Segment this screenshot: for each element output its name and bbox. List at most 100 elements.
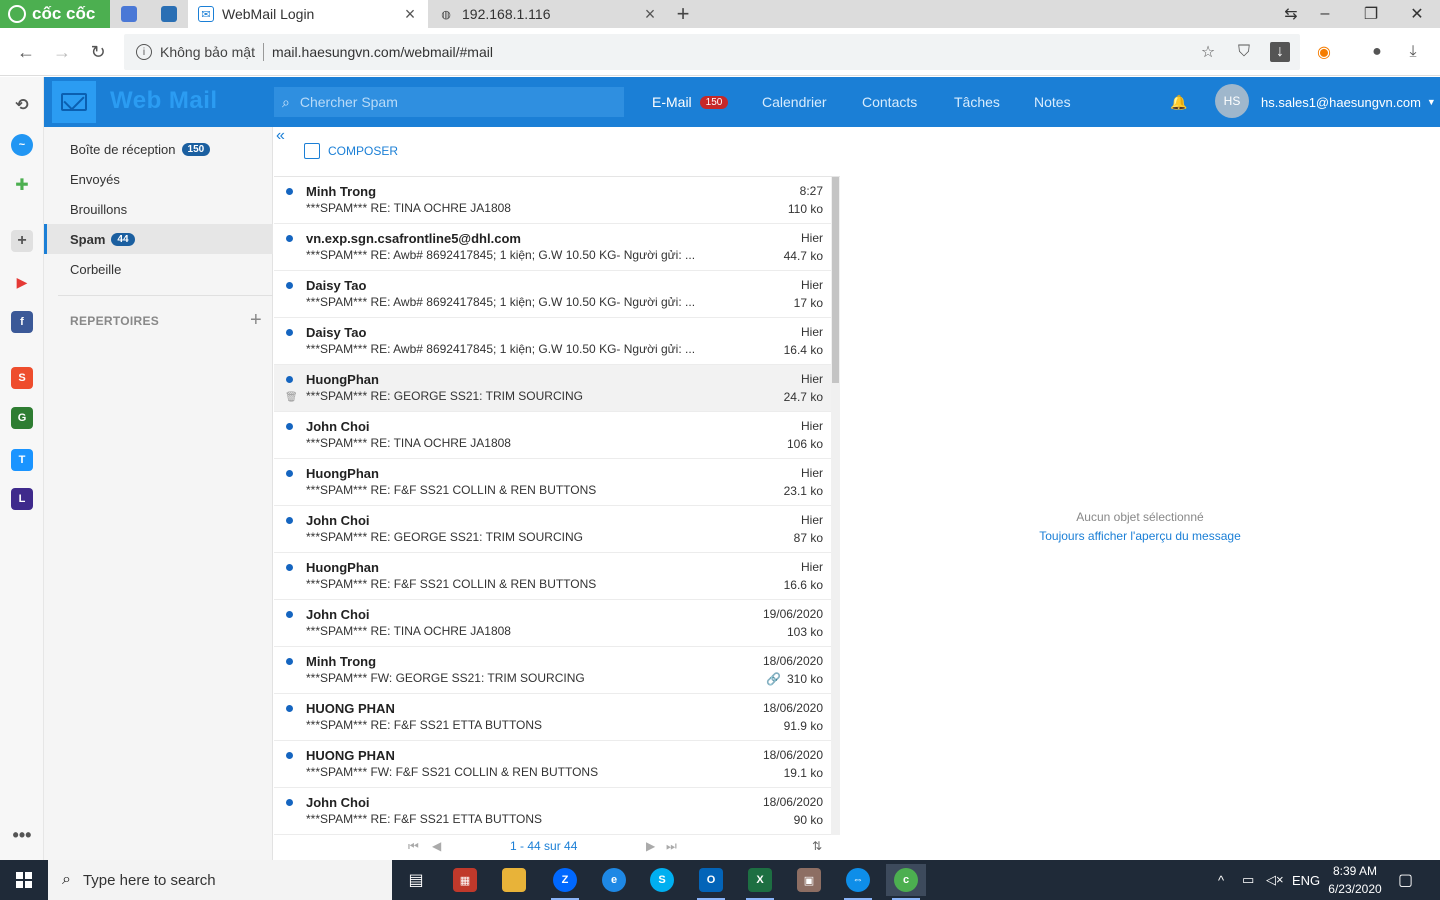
unread-dot-icon[interactable] xyxy=(286,282,293,289)
message-row[interactable]: Daisy Tao ***SPAM*** RE: Awb# 8692417845;… xyxy=(274,318,831,365)
omnibox[interactable]: i Không bảo mật mail.haesungvn.com/webma… xyxy=(124,34,1300,70)
minimize-button[interactable]: – xyxy=(1302,0,1348,28)
maximize-button[interactable]: ❐ xyxy=(1348,0,1394,28)
message-row[interactable]: John Choi ***SPAM*** RE: F&F SS21 ETTA BU… xyxy=(274,788,831,835)
bell-icon[interactable]: 🔔 xyxy=(1170,94,1187,111)
task-view-icon[interactable]: ▤ xyxy=(396,864,436,896)
trash-icon[interactable]: 🗑 xyxy=(285,392,298,403)
message-row[interactable]: John Choi ***SPAM*** RE: GEORGE SS21: TRI… xyxy=(274,506,831,553)
notifications-icon[interactable]: ▢ xyxy=(1398,860,1413,900)
messenger-icon[interactable]: ~ xyxy=(11,134,33,156)
message-row[interactable]: HUONG PHAN ***SPAM*** RE: F&F SS21 ETTA B… xyxy=(274,694,831,741)
nav-tasks[interactable]: Tâches xyxy=(954,77,1000,127)
prev-page-icon[interactable]: ◀ xyxy=(432,839,441,853)
nav-calendar[interactable]: Calendrier xyxy=(762,77,827,127)
taskbar-search-input[interactable] xyxy=(82,871,363,889)
sort-icon[interactable]: ⇅ xyxy=(812,839,822,853)
nav-email[interactable]: E-Mail 150 xyxy=(652,77,729,127)
unread-dot-icon[interactable] xyxy=(286,705,293,712)
more-icon[interactable]: ••• xyxy=(11,824,33,846)
message-row[interactable]: John Choi ***SPAM*** RE: TINA OCHRE JA180… xyxy=(274,600,831,647)
folder-drafts[interactable]: Brouillons xyxy=(44,194,273,224)
taskbar-clock[interactable]: 8:39 AM 6/23/2020 xyxy=(1320,862,1390,898)
volume-muted-icon[interactable]: ◁× xyxy=(1266,860,1284,900)
last-page-icon[interactable]: ⏭ xyxy=(666,839,677,854)
nav-notes[interactable]: Notes xyxy=(1034,77,1071,127)
close-window-button[interactable]: ✕ xyxy=(1394,0,1440,28)
profile-icon[interactable]: ● xyxy=(1367,42,1387,62)
shopee-icon[interactable]: S xyxy=(11,367,33,389)
language-indicator[interactable]: ENG xyxy=(1292,860,1320,900)
skype-icon[interactable]: S xyxy=(642,864,682,896)
network-icon[interactable]: ▭ xyxy=(1242,860,1254,900)
app-snip-icon[interactable]: ▦ xyxy=(445,864,485,896)
tab-webmail-login[interactable]: ✉ WebMail Login × xyxy=(188,0,428,28)
coccoc-extension-icon[interactable]: ◉ xyxy=(1314,42,1334,62)
unread-dot-icon[interactable] xyxy=(286,188,293,195)
unread-dot-icon[interactable] xyxy=(286,470,293,477)
unread-dot-icon[interactable] xyxy=(286,517,293,524)
history-icon[interactable]: ⟲ xyxy=(11,94,33,116)
collapse-sidebar-icon[interactable]: « xyxy=(276,127,285,145)
search-input[interactable] xyxy=(299,94,600,110)
zalo-icon[interactable]: Z xyxy=(545,864,585,900)
nav-contacts[interactable]: Contacts xyxy=(862,77,917,127)
tray-chevron-icon[interactable]: ^ xyxy=(1218,860,1224,900)
coccoc-taskbar-icon[interactable]: c xyxy=(886,864,926,900)
add-icon[interactable]: + xyxy=(11,230,33,252)
tab-ip-address[interactable]: ◍ 192.168.1.116 × xyxy=(428,0,668,28)
taskbar-search[interactable]: ⌕ xyxy=(48,860,392,900)
close-tab-icon[interactable]: × xyxy=(402,4,418,25)
unread-dot-icon[interactable] xyxy=(286,376,293,383)
unread-dot-icon[interactable] xyxy=(286,329,293,336)
pinned-tab-translate[interactable] xyxy=(110,0,148,28)
message-row[interactable]: Daisy Tao ***SPAM*** RE: Awb# 8692417845;… xyxy=(274,271,831,318)
unread-dot-icon[interactable] xyxy=(286,752,293,759)
avatar[interactable]: HS xyxy=(1215,84,1249,118)
unread-dot-icon[interactable] xyxy=(286,799,293,806)
folder-spam[interactable]: Spam 44 xyxy=(44,224,273,254)
new-tab-button[interactable]: + xyxy=(672,0,694,28)
message-row[interactable]: Minh Trong ***SPAM*** FW: GEORGE SS21: TR… xyxy=(274,647,831,694)
paint-icon[interactable]: ▣ xyxy=(789,864,829,896)
message-row[interactable]: HUONG PHAN ***SPAM*** FW: F&F SS21 COLLIN… xyxy=(274,741,831,788)
back-button[interactable]: ← xyxy=(14,40,38,64)
teamviewer-icon[interactable]: ⇔ xyxy=(838,864,878,900)
list-scrollbar[interactable] xyxy=(831,177,840,835)
always-preview-link[interactable]: Toujours afficher l'aperçu du message xyxy=(840,529,1440,543)
file-explorer-icon[interactable] xyxy=(494,864,534,896)
tiki-icon[interactable]: T xyxy=(11,449,33,471)
url-text[interactable]: mail.haesungvn.com/webmail/#mail xyxy=(272,44,493,60)
add-folder-icon[interactable]: + xyxy=(250,309,262,332)
game-app-icon[interactable]: G xyxy=(11,407,33,429)
browser-brand[interactable]: cốc cốc xyxy=(0,0,110,28)
first-page-icon[interactable]: ⏮ xyxy=(408,839,419,854)
compose-button[interactable]: COMPOSER xyxy=(304,143,398,159)
edge-icon[interactable]: e xyxy=(594,864,634,896)
search-box[interactable]: ⌕ xyxy=(274,87,624,117)
excel-icon[interactable]: X xyxy=(740,864,780,900)
game-icon[interactable]: ✚ xyxy=(11,174,33,196)
folder-sent[interactable]: Envoyés xyxy=(44,164,273,194)
download-page-icon[interactable]: ↓ xyxy=(1270,42,1290,62)
bookmark-star-icon[interactable]: ☆ xyxy=(1198,42,1218,62)
message-row[interactable]: HuongPhan ***SPAM*** RE: F&F SS21 COLLIN … xyxy=(274,553,831,600)
unread-dot-icon[interactable] xyxy=(286,423,293,430)
pinned-tab-app[interactable] xyxy=(150,0,188,28)
downloads-icon[interactable]: ⤓ xyxy=(1403,42,1423,62)
shield-icon[interactable]: ⛉ xyxy=(1234,42,1254,62)
reload-button[interactable]: ↻ xyxy=(86,40,110,64)
facebook-icon[interactable]: f xyxy=(11,311,33,333)
start-button[interactable] xyxy=(0,860,48,900)
unread-dot-icon[interactable] xyxy=(286,564,293,571)
message-row[interactable]: John Choi ***SPAM*** RE: TINA OCHRE JA180… xyxy=(274,412,831,459)
unread-dot-icon[interactable] xyxy=(286,235,293,242)
info-icon[interactable]: i xyxy=(136,44,152,60)
user-menu[interactable]: hs.sales1@haesungvn.com ▼ xyxy=(1261,77,1436,127)
folder-inbox[interactable]: Boîte de réception 150 xyxy=(44,134,273,164)
next-page-icon[interactable]: ▶ xyxy=(646,839,655,853)
lazada-icon[interactable]: L xyxy=(11,488,33,510)
scrollbar-thumb[interactable] xyxy=(832,177,839,383)
unread-dot-icon[interactable] xyxy=(286,611,293,618)
message-row[interactable]: 🗑 HuongPhan ***SPAM*** RE: GEORGE SS21: TR… xyxy=(274,365,831,412)
